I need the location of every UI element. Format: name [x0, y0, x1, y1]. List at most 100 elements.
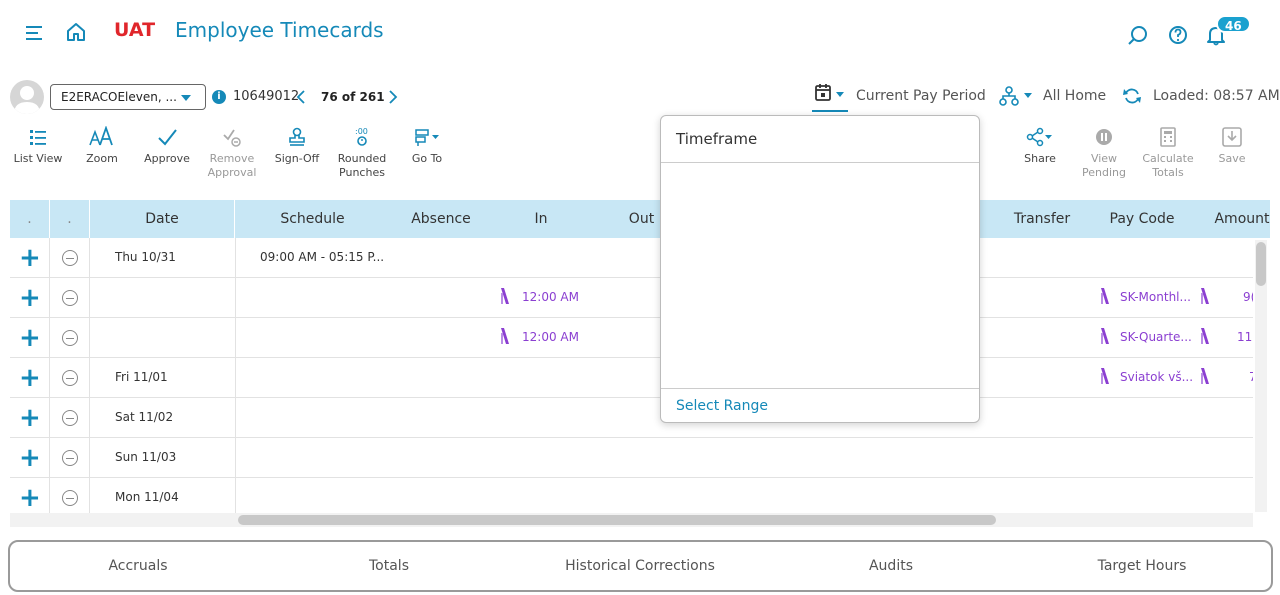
add-row-icon[interactable]: + — [19, 325, 41, 351]
row-in-punch[interactable]: 12:00 AM — [522, 330, 579, 344]
row-date[interactable]: Sun 11/03 — [115, 450, 176, 464]
save-icon — [1222, 127, 1242, 147]
calculator-icon — [1160, 127, 1176, 147]
add-row-icon[interactable]: + — [19, 485, 41, 511]
calculate-totals-button[interactable]: Calculate Totals — [1138, 126, 1198, 180]
hamburger-menu-icon[interactable] — [24, 24, 46, 42]
employee-select[interactable]: E2ERACOEleven, ... — [50, 84, 206, 110]
svg-text::00: :00 — [355, 127, 368, 136]
next-employee-icon[interactable] — [388, 90, 398, 104]
column-header-absence[interactable]: Absence — [391, 211, 491, 227]
select-range-link[interactable]: Select Range — [676, 398, 768, 414]
tab-totals[interactable]: Totals — [289, 558, 489, 574]
remove-row-icon[interactable] — [62, 370, 78, 386]
row-amount[interactable]: 9( — [1243, 290, 1253, 304]
remove-row-icon[interactable] — [62, 490, 78, 506]
column-header-date[interactable]: Date — [90, 211, 234, 227]
popup-divider — [661, 388, 979, 389]
go-to-label: Go To — [411, 152, 443, 165]
tab-accruals[interactable]: Accruals — [38, 558, 238, 574]
column-divider — [235, 238, 236, 513]
add-row-icon[interactable]: + — [19, 405, 41, 431]
row-amount[interactable]: 7 — [1249, 370, 1253, 384]
tab-target-hours[interactable]: Target Hours — [1042, 558, 1242, 574]
table-row — [10, 318, 1253, 358]
pay-period-label[interactable]: Current Pay Period — [856, 88, 986, 104]
row-date[interactable]: Fri 11/01 — [115, 370, 168, 384]
add-row-icon[interactable]: + — [19, 365, 41, 391]
punch-comment-icon[interactable] — [500, 327, 510, 345]
environment-label: UAT — [114, 19, 156, 41]
column-header-amount[interactable]: Amount — [1192, 211, 1280, 227]
sign-off-label: Sign-Off — [274, 152, 320, 165]
remove-row-icon[interactable] — [62, 450, 78, 466]
zoom-button[interactable]: Zoom — [72, 126, 132, 166]
amount-icon[interactable] — [1200, 367, 1210, 385]
vertical-scrollbar-thumb[interactable] — [1256, 242, 1266, 286]
stamp-icon — [289, 127, 305, 146]
table-row — [10, 358, 1253, 398]
remove-row-icon[interactable] — [62, 290, 78, 306]
column-divider — [49, 238, 50, 513]
view-pending-button[interactable]: View Pending — [1074, 126, 1134, 180]
pay-code-icon[interactable] — [1100, 327, 1110, 345]
amount-icon[interactable] — [1200, 327, 1210, 345]
previous-employee-icon[interactable] — [296, 90, 306, 104]
approve-button[interactable]: Approve — [137, 126, 197, 166]
column-header-transfer[interactable]: Transfer — [992, 211, 1092, 227]
list-view-button[interactable]: List View — [8, 126, 68, 166]
add-row-icon[interactable]: + — [19, 445, 41, 471]
home-icon[interactable] — [64, 21, 88, 43]
row-pay-code[interactable]: Sviatok vš... — [1120, 370, 1193, 384]
save-label: Save — [1218, 152, 1246, 165]
add-row-icon[interactable]: + — [19, 285, 41, 311]
remove-check-icon — [223, 129, 241, 147]
column-header-schedule[interactable]: Schedule — [235, 211, 390, 227]
loaded-time: Loaded: 08:57 AM — [1153, 88, 1280, 104]
column-header-in[interactable]: In — [491, 211, 591, 227]
punch-comment-icon[interactable] — [500, 287, 510, 305]
save-button[interactable]: Save — [1202, 126, 1262, 166]
location-label[interactable]: All Home — [1043, 88, 1106, 104]
remove-row-icon[interactable] — [62, 330, 78, 346]
add-row-icon[interactable]: + — [19, 245, 41, 271]
row-schedule[interactable]: 09:00 AM - 05:15 P... — [260, 250, 384, 264]
info-icon[interactable]: i — [212, 90, 226, 104]
calendar-dropdown-button[interactable] — [812, 80, 848, 112]
amount-icon[interactable] — [1200, 287, 1210, 305]
list-view-label: List View — [13, 152, 63, 165]
share-label: Share — [1024, 152, 1056, 165]
help-icon[interactable] — [1167, 24, 1189, 46]
remove-approval-button[interactable]: Remove Approval — [202, 126, 262, 180]
remove-approval-label: Remove Approval — [207, 152, 257, 179]
search-icon[interactable] — [1127, 24, 1149, 46]
row-in-punch[interactable]: 12:00 AM — [522, 290, 579, 304]
user-silhouette-icon — [14, 86, 40, 114]
timeframe-popup: Timeframe Select Range — [660, 115, 980, 423]
tab-audits[interactable]: Audits — [791, 558, 991, 574]
horizontal-scrollbar-thumb[interactable] — [238, 515, 996, 525]
avatar — [10, 80, 44, 114]
row-pay-code[interactable]: SK-Monthl... — [1120, 290, 1191, 304]
remove-row-icon[interactable] — [62, 410, 78, 426]
go-to-button[interactable]: Go To — [397, 126, 457, 166]
pay-code-icon[interactable] — [1100, 367, 1110, 385]
tab-historical-corrections[interactable]: Historical Corrections — [540, 558, 740, 574]
row-amount[interactable]: 115 — [1237, 330, 1253, 344]
hierarchy-icon[interactable] — [998, 84, 1036, 108]
sign-off-button[interactable]: Sign-Off — [267, 126, 327, 166]
checkmark-icon — [158, 129, 177, 146]
column-header-pay-code[interactable]: Pay Code — [1092, 211, 1192, 227]
pay-code-icon[interactable] — [1100, 287, 1110, 305]
rounded-punches-button[interactable]: :00 Rounded Punches — [332, 126, 392, 180]
remove-row-icon[interactable] — [62, 250, 78, 266]
row-date[interactable]: Sat 11/02 — [115, 410, 173, 424]
refresh-icon[interactable] — [1122, 86, 1142, 106]
row-pay-code[interactable]: SK-Quarte... — [1120, 330, 1192, 344]
share-button[interactable]: Share — [1010, 126, 1070, 166]
list-icon — [30, 130, 46, 145]
row-date[interactable]: Thu 10/31 — [115, 250, 176, 264]
row-date[interactable]: Mon 11/04 — [115, 490, 179, 504]
column-header-add: . — [27, 211, 32, 227]
table-row — [10, 278, 1253, 318]
